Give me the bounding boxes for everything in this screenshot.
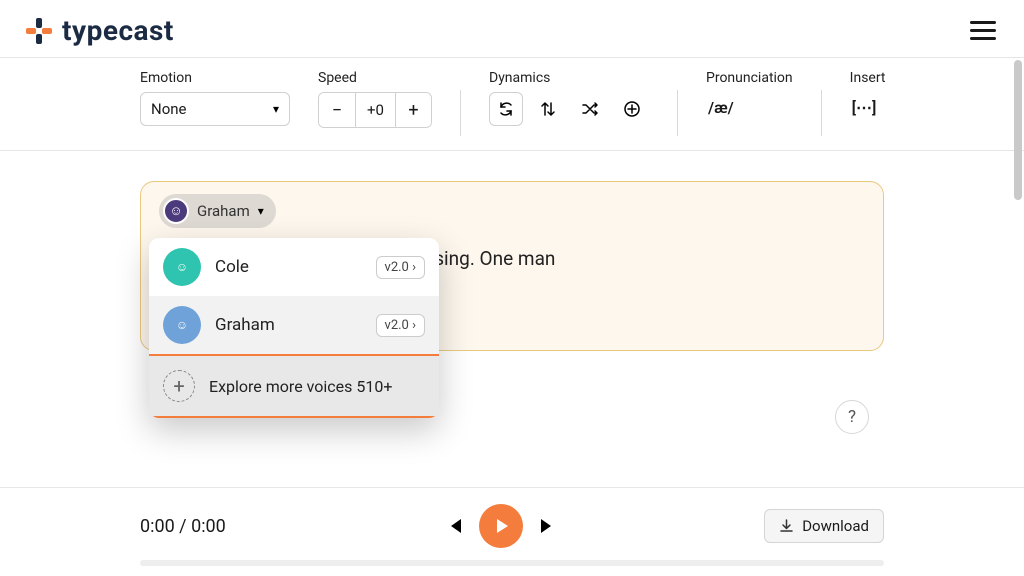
play-icon: [491, 516, 511, 536]
pronunciation-button[interactable]: /æ/: [706, 92, 793, 123]
dynamics-label: Dynamics: [489, 70, 649, 86]
download-icon: [779, 519, 794, 534]
toolbar-divider: [821, 90, 822, 136]
pitch-icon: [539, 100, 557, 118]
pronunciation-label: Pronunciation: [706, 70, 793, 86]
brand-logo[interactable]: typecast: [24, 14, 174, 47]
character-chip-name: Graham: [197, 202, 250, 220]
skip-prev-icon: [443, 515, 465, 537]
shuffle-icon: [581, 100, 599, 118]
emotion-label: Emotion: [140, 70, 290, 86]
voice-version-badge[interactable]: v2.0 ›: [376, 314, 425, 337]
script-block[interactable]: ☺ Graham ▾ ever shines, and the birds ne…: [140, 181, 884, 351]
brand-name: typecast: [62, 14, 174, 47]
avatar-icon: ☺: [163, 306, 201, 344]
speed-label: Speed: [318, 70, 432, 86]
editor-toolbar: Emotion None ▾ Speed − +0 + Dynamics: [0, 57, 1024, 151]
dynamics-pitch-button[interactable]: [531, 92, 565, 126]
toolbar-divider: [677, 90, 678, 136]
voice-option-cole[interactable]: ☺ Cole v2.0 ›: [149, 238, 439, 296]
speed-value: +0: [355, 93, 395, 127]
voice-name: Graham: [215, 315, 362, 335]
voice-option-graham[interactable]: ☺ Graham v2.0 ›: [149, 296, 439, 354]
help-button[interactable]: ?: [835, 400, 869, 434]
voice-name: Cole: [215, 257, 362, 277]
avatar-icon: ☺: [163, 248, 201, 286]
download-label: Download: [802, 517, 869, 535]
dynamics-shuffle-button[interactable]: [573, 92, 607, 126]
speed-stepper: − +0 +: [318, 92, 432, 128]
plus-icon: +: [163, 370, 195, 402]
avatar-icon: ☺: [163, 198, 189, 224]
emotion-select[interactable]: None ▾: [140, 92, 290, 126]
retake-icon: [497, 100, 515, 118]
next-button[interactable]: [537, 515, 559, 537]
player-bar: 0:00 / 0:00 Download: [0, 487, 1024, 576]
plus-circle-icon: [623, 100, 641, 118]
brand-mark-icon: [24, 16, 54, 46]
speed-increase-button[interactable]: +: [395, 93, 431, 127]
speed-decrease-button[interactable]: −: [319, 93, 355, 127]
progress-bar[interactable]: [140, 560, 884, 566]
skip-next-icon: [537, 515, 559, 537]
prev-button[interactable]: [443, 515, 465, 537]
download-button[interactable]: Download: [764, 509, 884, 543]
chevron-down-icon: ▾: [273, 102, 279, 116]
emotion-value: None: [151, 100, 187, 118]
voice-picker-popover: ☺ Cole v2.0 › ☺ Graham v2.0 › + Explore …: [149, 238, 439, 418]
explore-voices-button[interactable]: + Explore more voices 510+: [149, 356, 439, 416]
playback-time: 0:00 / 0:00: [140, 516, 340, 537]
character-chip[interactable]: ☺ Graham ▾: [159, 194, 276, 228]
voice-version-badge[interactable]: v2.0 ›: [376, 256, 425, 279]
chevron-down-icon: ▾: [258, 204, 264, 218]
menu-icon[interactable]: [966, 17, 1000, 44]
dynamics-add-button[interactable]: [615, 92, 649, 126]
toolbar-divider: [460, 90, 461, 136]
insert-label: Insert: [850, 70, 886, 86]
play-button[interactable]: [479, 504, 523, 548]
dynamics-retake-button[interactable]: [489, 92, 523, 126]
insert-button[interactable]: [⋯]: [850, 92, 886, 123]
explore-label: Explore more voices 510+: [209, 377, 392, 396]
divider: [149, 416, 439, 418]
